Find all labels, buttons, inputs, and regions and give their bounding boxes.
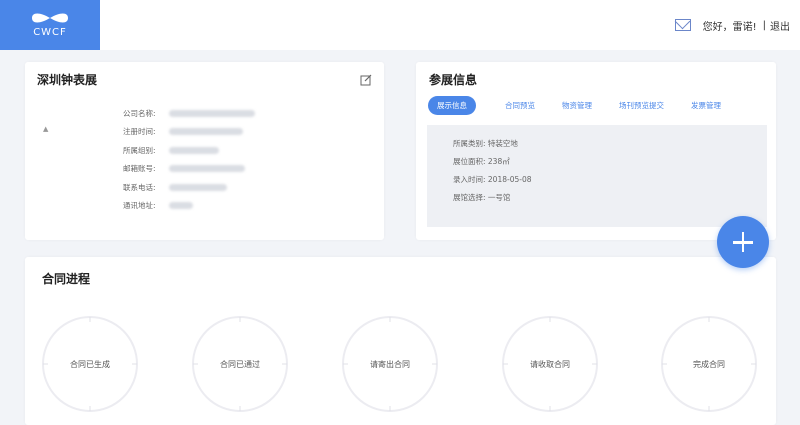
step-label: 请寄出合同 (370, 359, 410, 369)
infinity-logo-icon (32, 13, 68, 23)
tab-materials[interactable]: 物资管理 (562, 100, 592, 111)
reg-time-label: 注册时间: (123, 127, 156, 137)
logout-link[interactable]: 退出 (770, 18, 790, 33)
phone-value-redacted (169, 183, 227, 191)
booth-area-text: 展位面积: 238㎡ (453, 157, 510, 166)
exhibitor-info-list: 公司名称: 注册时间: 所属组别: 邮箱账号: 联系电话: 通讯地址: (123, 104, 255, 215)
contract-title: 合同进程 (42, 272, 91, 286)
company-label: 公司名称: (123, 108, 156, 118)
group-value-redacted (169, 146, 219, 154)
participation-card: 参展信息 展示信息 合同预览 物资管理 场刊预览提交 发票管理 所属类别: 特装… (416, 62, 776, 240)
address-value-redacted (169, 202, 193, 210)
exhibitor-title: 深圳钟表展 (37, 73, 98, 87)
phone-label: 联系电话: (123, 182, 156, 192)
category-text: 所属类别: 特装空地 (453, 139, 518, 148)
add-button[interactable] (717, 216, 769, 268)
logo[interactable]: CWCF (0, 0, 100, 50)
avatar-placeholder: ▲ (43, 125, 49, 133)
info-row-group: 所属组别: (123, 141, 255, 160)
contract-step: 合同已通过 (190, 314, 290, 414)
step-label: 合同已通过 (220, 359, 260, 369)
tab-display-info[interactable]: 展示信息 (428, 96, 476, 115)
entry-time-text: 录入时间: 2018-05-08 (453, 175, 532, 184)
reg-time-value-redacted (169, 128, 243, 136)
user-area: 您好，雷诺! | 退出 (674, 0, 790, 50)
contract-step: 请收取合同 (500, 314, 600, 414)
exhibit-info-panel: 所属类别: 特装空地 展位面积: 238㎡ 录入时间: 2018-05-08 展… (427, 125, 767, 227)
top-bar: CWCF 您好，雷诺! | 退出 (0, 0, 800, 50)
mail-icon[interactable] (674, 19, 691, 31)
info-row-phone: 联系电话: (123, 178, 255, 197)
info-row-address: 通讯地址: (123, 197, 255, 216)
greeting-text: 您好，雷诺! (702, 21, 757, 33)
hall-text: 展馆选择: 一号馆 (453, 193, 511, 202)
separator: | (762, 19, 766, 31)
group-label: 所属组别: (123, 145, 156, 155)
participation-tabs: 展示信息 合同预览 物资管理 场刊预览提交 发票管理 (428, 96, 721, 115)
edit-icon[interactable] (360, 74, 372, 86)
contract-step: 合同已生成 (40, 314, 140, 414)
info-row-email: 邮箱账号: (123, 160, 255, 179)
participation-title: 参展信息 (429, 73, 478, 87)
step-label: 完成合同 (693, 359, 725, 369)
address-label: 通讯地址: (123, 201, 156, 211)
contract-step: 请寄出合同 (340, 314, 440, 414)
tab-invoice[interactable]: 发票管理 (691, 100, 721, 111)
company-value-redacted (169, 109, 255, 117)
info-row-company: 公司名称: (123, 104, 255, 123)
step-label: 请收取合同 (530, 359, 570, 369)
info-row-reg-time: 注册时间: (123, 123, 255, 142)
email-value-redacted (169, 165, 245, 173)
step-label: 合同已生成 (70, 359, 110, 369)
tab-catalog-submit[interactable]: 场刊预览提交 (619, 100, 664, 111)
tab-contract-preview[interactable]: 合同预览 (505, 100, 535, 111)
contract-step: 完成合同 (659, 314, 759, 414)
email-label: 邮箱账号: (123, 164, 156, 174)
logo-text: CWCF (33, 27, 67, 38)
